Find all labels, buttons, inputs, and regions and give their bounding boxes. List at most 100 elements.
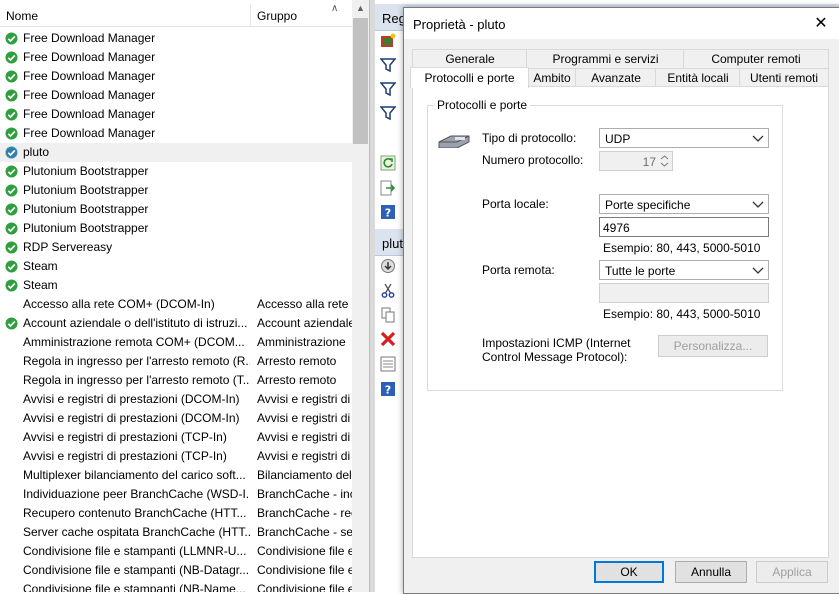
refresh-icon[interactable] <box>380 155 396 171</box>
rule-name: Condivisione file e stampanti (NB-Datagr… <box>23 563 250 577</box>
vertical-scrollbar[interactable]: ▲ <box>352 0 369 592</box>
column-header-name[interactable]: Nome <box>6 9 38 23</box>
table-row[interactable]: Server cache ospitata BranchCache (HTT..… <box>0 523 352 542</box>
rule-enabled-icon <box>5 51 18 64</box>
table-row[interactable]: Avvisi e registri di prestazioni (DCOM-I… <box>0 390 352 409</box>
table-row[interactable]: Free Download Manager <box>0 105 352 124</box>
rule-enabled-icon <box>5 165 18 178</box>
tab-computer-remoti[interactable]: Computer remoti <box>683 49 829 68</box>
tab-protocolli-e-porte[interactable]: Protocolli e porte <box>410 67 529 88</box>
tab-programmi-e-servizi[interactable]: Programmi e servizi <box>526 49 685 68</box>
rule-enabled-icon <box>5 70 18 83</box>
local-port-select[interactable]: Porte specifiche <box>599 194 769 214</box>
protocol-type-select[interactable]: UDP <box>599 128 769 148</box>
table-row[interactable]: Condivisione file e stampanti (NB-Name..… <box>0 580 352 592</box>
rule-enabled-icon <box>5 127 18 140</box>
rule-name: pluto <box>23 145 50 159</box>
rule-enabled-icon <box>5 203 18 216</box>
table-row[interactable]: Individuazione peer BranchCache (WSD-I..… <box>0 485 352 504</box>
group-title: Protocolli e porte <box>434 98 531 112</box>
rule-name: Individuazione peer BranchCache (WSD-I..… <box>23 487 250 501</box>
table-row[interactable]: Recupero contenuto BranchCache (HTT... Br… <box>0 504 352 523</box>
protocol-number-spinner[interactable]: 17 <box>599 151 673 171</box>
rule-name: Recupero contenuto BranchCache (HTT... <box>23 506 247 520</box>
local-port-mode: Porte specifiche <box>605 198 691 212</box>
tab-generale[interactable]: Generale <box>412 49 528 68</box>
tab-utenti-remoti[interactable]: Utenti remoti <box>739 68 829 87</box>
tab-entita-locali[interactable]: Entità locali <box>655 68 741 87</box>
local-port-input[interactable]: 4976 <box>599 217 769 237</box>
spin-arrows-icon[interactable] <box>658 153 671 169</box>
rule-group: BranchCache - inc <box>257 487 352 501</box>
disable-rule-icon[interactable] <box>380 258 396 274</box>
tab-avanzate[interactable]: Avanzate <box>575 68 657 87</box>
scrollbar-thumb[interactable] <box>353 18 368 144</box>
table-row[interactable]: Free Download Manager <box>0 29 352 48</box>
rules-list-panel: Nome Gruppo ∧ Free Download Manager Free … <box>0 0 376 592</box>
table-row[interactable]: Accesso alla rete COM+ (DCOM-In) Accesso … <box>0 295 352 314</box>
cut-icon[interactable] <box>380 283 396 299</box>
local-port-example: Esempio: 80, 443, 5000-5010 <box>603 241 761 255</box>
rule-group: Condivisione file e <box>257 563 352 577</box>
close-icon[interactable]: ✕ <box>811 14 831 34</box>
tab-ambito[interactable]: Ambito <box>527 68 577 87</box>
filter-profile-icon[interactable] <box>380 57 396 73</box>
rule-group: Avvisi e registri di <box>257 411 351 425</box>
table-row[interactable]: Plutonium Bootstrapper <box>0 181 352 200</box>
help-icon-2[interactable]: ? <box>380 381 396 397</box>
new-rule-icon[interactable] <box>380 33 396 49</box>
filter-group-icon[interactable] <box>380 105 396 121</box>
filter-state-icon[interactable] <box>380 81 396 97</box>
export-list-icon[interactable] <box>380 180 396 196</box>
dialog-title-bar[interactable]: Proprietà - pluto ✕ <box>404 8 839 39</box>
table-row[interactable]: Account aziendale o dell'istituto di ist… <box>0 314 352 333</box>
properties-icon[interactable] <box>380 356 396 372</box>
table-row[interactable]: Regola in ingresso per l'arresto remoto … <box>0 371 352 390</box>
table-row[interactable]: Avvisi e registri di prestazioni (TCP-In… <box>0 428 352 447</box>
table-row[interactable]: Free Download Manager <box>0 48 352 67</box>
table-row[interactable]: RDP Servereasy <box>0 238 352 257</box>
table-row[interactable]: Condivisione file e stampanti (NB-Datagr… <box>0 561 352 580</box>
table-row[interactable]: Regola in ingresso per l'arresto remoto … <box>0 352 352 371</box>
table-row[interactable]: Avvisi e registri di prestazioni (TCP-In… <box>0 447 352 466</box>
help-icon[interactable]: ? <box>380 204 396 220</box>
rule-enabled-icon <box>5 32 18 45</box>
rule-name: Free Download Manager <box>23 31 156 45</box>
rule-name: Free Download Manager <box>23 50 156 64</box>
customize-button[interactable]: Personalizza... <box>658 335 768 357</box>
rule-name: Plutonium Bootstrapper <box>23 183 149 197</box>
table-row[interactable]: Free Download Manager <box>0 124 352 143</box>
column-header-group[interactable]: Gruppo <box>257 9 297 23</box>
table-row[interactable]: Plutonium Bootstrapper <box>0 200 352 219</box>
remote-port-input[interactable] <box>599 283 769 303</box>
table-row[interactable]: Free Download Manager <box>0 67 352 86</box>
rule-name: Condivisione file e stampanti (LLMNR-U..… <box>23 544 247 558</box>
rule-name: Avvisi e registri di prestazioni (TCP-In… <box>23 449 227 463</box>
delete-icon[interactable] <box>380 331 396 347</box>
table-row[interactable]: Multiplexer bilanciamento del carico sof… <box>0 466 352 485</box>
chevron-down-icon <box>752 135 764 142</box>
copy-icon[interactable] <box>380 307 396 323</box>
rule-name: Avvisi e registri di prestazioni (DCOM-I… <box>23 411 240 425</box>
rule-enabled-icon <box>5 241 18 254</box>
apply-button[interactable]: Applica <box>756 561 828 583</box>
table-row[interactable]: Free Download Manager <box>0 86 352 105</box>
svg-text:?: ? <box>385 207 391 220</box>
table-row[interactable]: Plutonium Bootstrapper <box>0 219 352 238</box>
remote-port-select[interactable]: Tutte le porte <box>599 260 769 280</box>
column-separator[interactable] <box>250 4 251 26</box>
properties-dialog: Proprietà - pluto ✕ Generale Programmi e… <box>403 7 839 594</box>
table-row[interactable]: Steam <box>0 276 352 295</box>
table-row[interactable]: pluto <box>0 143 352 162</box>
rule-name: Accesso alla rete COM+ (DCOM-In) <box>23 297 215 311</box>
scroll-up-arrow-icon[interactable]: ▲ <box>356 3 365 13</box>
table-row[interactable]: Steam <box>0 257 352 276</box>
table-row[interactable]: Amministrazione remota COM+ (DCOM... Ammi… <box>0 333 352 352</box>
table-row[interactable]: Condivisione file e stampanti (LLMNR-U..… <box>0 542 352 561</box>
list-header: Nome Gruppo ∧ <box>0 0 352 27</box>
ok-button[interactable]: OK <box>594 561 664 583</box>
rule-enabled-icon <box>5 222 18 235</box>
table-row[interactable]: Plutonium Bootstrapper <box>0 162 352 181</box>
cancel-button[interactable]: Annulla <box>675 561 747 583</box>
table-row[interactable]: Avvisi e registri di prestazioni (DCOM-I… <box>0 409 352 428</box>
